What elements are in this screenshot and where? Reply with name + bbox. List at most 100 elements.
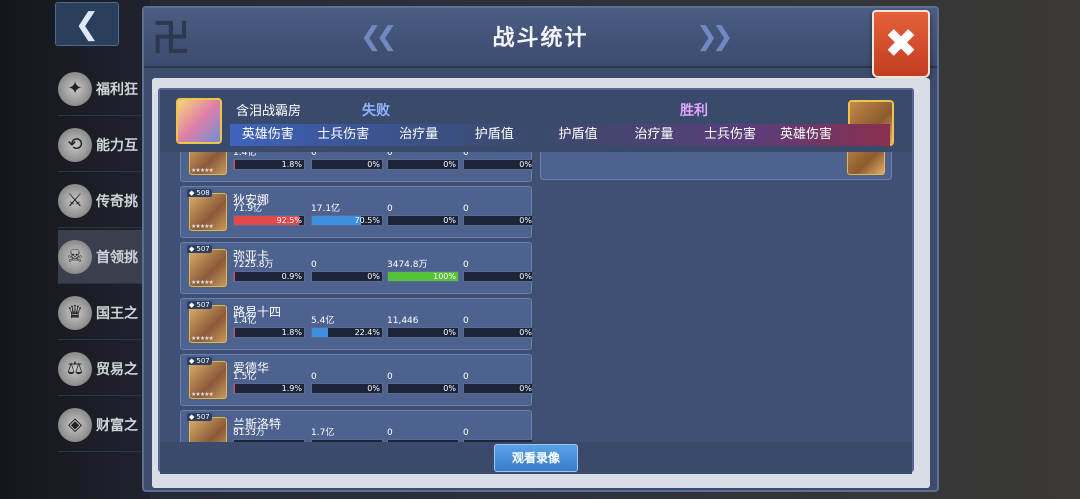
stat-value: 17.1亿 (311, 204, 341, 214)
hero-stat-row[interactable]: ◆ 507 ★★★★★ 弥亚卡 7225.8万 0.9% 0 0% 3474.8万 100% 0 0% (180, 242, 532, 294)
stat-percent-bar: 0% (387, 215, 459, 226)
stat-cell: 0 0% (311, 152, 383, 170)
stat-tab[interactable]: 护盾值 (540, 124, 616, 146)
gem-icon: ◆ (189, 189, 195, 197)
stat-cell: 0 0% (463, 204, 532, 226)
close-button[interactable]: ✖ (872, 10, 930, 78)
sidebar-item-label: 国王之 (96, 305, 138, 322)
next-arrow-icon[interactable]: ❯❯ (696, 22, 733, 52)
trade-icon: ⚖ (58, 351, 92, 386)
stat-value: 1.7亿 (311, 428, 335, 438)
hero-stat-row[interactable]: ◆ 508 ★★★★★ 狄安娜 71.9亿 92.5% 17.1亿 70.5% 0 0% 0 0% (180, 186, 532, 238)
stat-cell: 0 0% (387, 372, 459, 394)
stat-tab[interactable]: 士兵伤害 (692, 124, 768, 146)
right-stat-tabs: 护盾值 治疗量 士兵伤害 英雄伤害 (540, 124, 890, 146)
stat-percent: 0% (519, 328, 532, 337)
stat-cell: 0 0% (463, 152, 532, 170)
stat-percent: 1.8% (281, 160, 302, 169)
stat-cell: 1.5亿 1.9% (233, 372, 305, 394)
stat-percent: 1.9% (281, 384, 302, 393)
right-result-label: 胜利 (680, 103, 708, 119)
back-button[interactable]: ❮ (55, 2, 119, 46)
hero-level-badge: ◆ 507 (187, 413, 212, 421)
crossed-swords-icon: ⚔ (58, 183, 92, 218)
stat-value: 0 (463, 428, 469, 438)
stat-tab[interactable]: 士兵伤害 (306, 124, 382, 146)
hero-stat-row[interactable]: ◆507★★★★★兰斯洛特8133万1.7亿00 (180, 410, 532, 442)
watch-replay-button[interactable]: 观看录像 (494, 444, 578, 472)
stat-tab[interactable]: 英雄伤害 (230, 124, 306, 146)
stat-percent-bar: 0% (311, 271, 383, 282)
stat-bar-fill (234, 384, 236, 393)
stat-percent: 0% (443, 328, 456, 337)
treasure-icon: ◈ (58, 407, 92, 442)
stat-value: 0 (463, 152, 469, 158)
stat-cell: 7225.8万 0.9% (233, 260, 305, 282)
hero-stat-row[interactable]: ★★★★★ 1.4亿 1.8% 0 0% 0 0% 0 0% (180, 152, 532, 182)
gem-icon: ◆ (189, 413, 195, 421)
hero-level: 507 (196, 357, 210, 365)
stat-bar-fill (234, 328, 236, 337)
star-rating-icon: ★★★★★ (191, 335, 214, 342)
stat-percent: 0% (367, 160, 380, 169)
battle-header: 含泪战霸房 失败 胜利 英雄伤害 士兵伤害 治疗量 护盾值 护盾值 治疗量 士兵伤害 英雄伤… (160, 90, 912, 152)
panel-title: 战斗统计 (492, 26, 589, 51)
right-hero-list[interactable]: 568.5万100%00%00%3666.1万100% (540, 152, 892, 442)
stat-percent: 0% (519, 384, 532, 393)
stat-value: 5.4亿 (311, 316, 335, 326)
event-sidebar: ❮ ✦ 福利狂 ⟲ 能力互 ⚔ 传奇挑 ☠ 首领挑 ♛ 国王之 ⚖ 贸易之 ◈ 财富之 (0, 0, 158, 499)
stat-percent-bar: 0% (387, 159, 459, 170)
stat-percent-bar: 0% (311, 159, 383, 170)
battle-content: 含泪战霸房 失败 胜利 英雄伤害 士兵伤害 治疗量 护盾值 护盾值 治疗量 士兵伤害 英雄伤… (158, 88, 914, 474)
sidebar-item-label: 首领挑 (96, 249, 138, 266)
stat-cell: 1.4亿 1.8% (233, 316, 305, 338)
close-icon: ✖ (884, 21, 918, 67)
title-bar: 卍 ❮❮ 战斗统计 ❯❯ (144, 8, 937, 68)
stat-percent-bar: 0.9% (233, 271, 305, 282)
stat-percent: 70.5% (354, 216, 380, 225)
stat-value: 0 (387, 372, 393, 382)
stat-percent-bar: 0% (463, 383, 532, 394)
hero-level-badge: ◆ 507 (187, 245, 212, 253)
stat-percent: 0% (443, 216, 456, 225)
hero-level: 507 (196, 301, 210, 309)
stat-percent-bar: 100% (387, 271, 459, 282)
stat-tab[interactable]: 治疗量 (381, 124, 457, 146)
sidebar-item-label: 能力互 (96, 137, 138, 154)
stat-value: 0 (463, 372, 469, 382)
stat-value: 0 (463, 260, 469, 270)
player-avatar[interactable] (176, 98, 222, 144)
left-hero-list[interactable]: ★★★★★ 1.4亿 1.8% 0 0% 0 0% 0 0% ◆ 508 ★★★★★ 狄安娜 71.9亿 9… (180, 152, 532, 442)
stat-value: 7225.8万 (233, 260, 274, 270)
gem-icon: ◆ (189, 245, 195, 253)
stat-value: 0 (387, 152, 393, 158)
stat-cell: 0 0% (463, 316, 532, 338)
stat-cell: 71.9亿 92.5% (233, 204, 305, 226)
star-rating-icon: ★★★★★ (191, 279, 214, 286)
stat-percent: 0% (367, 272, 380, 281)
stat-value: 0 (463, 204, 469, 214)
hero-stat-row[interactable]: 568.5万100%00%00%3666.1万100% (540, 152, 892, 180)
stat-percent-bar: 1.8% (233, 327, 305, 338)
stat-cell: 17.1亿 70.5% (311, 204, 383, 226)
stat-percent: 22.4% (354, 328, 380, 337)
hero-stat-row[interactable]: ◆ 507 ★★★★★ 爱德华 1.5亿 1.9% 0 0% 0 0% 0 0% (180, 354, 532, 406)
stat-tab[interactable]: 英雄伤害 (768, 124, 844, 146)
stat-value: 0 (311, 260, 317, 270)
gem-icon: ◆ (189, 301, 195, 309)
star-rating-icon: ★★★★★ (191, 223, 214, 230)
stat-percent-bar: 0% (463, 215, 532, 226)
hero-avatar (847, 152, 885, 175)
gem-icon: ◆ (189, 357, 195, 365)
stat-value: 0 (311, 152, 317, 158)
stat-tab[interactable]: 护盾值 (457, 124, 533, 146)
stat-percent: 1.8% (281, 328, 302, 337)
stat-percent-bar: 0% (463, 271, 532, 282)
stat-tab[interactable]: 治疗量 (616, 124, 692, 146)
skull-icon: ☠ (58, 239, 92, 274)
stat-bar-fill (234, 272, 235, 281)
stat-percent-bar: 0% (311, 383, 383, 394)
exchange-icon: ⟲ (58, 127, 92, 162)
stat-cell: 0 0% (387, 204, 459, 226)
hero-stat-row[interactable]: ◆ 507 ★★★★★ 路易十四 1.4亿 1.8% 5.4亿 22.4% 11,446 0% 0 0… (180, 298, 532, 350)
